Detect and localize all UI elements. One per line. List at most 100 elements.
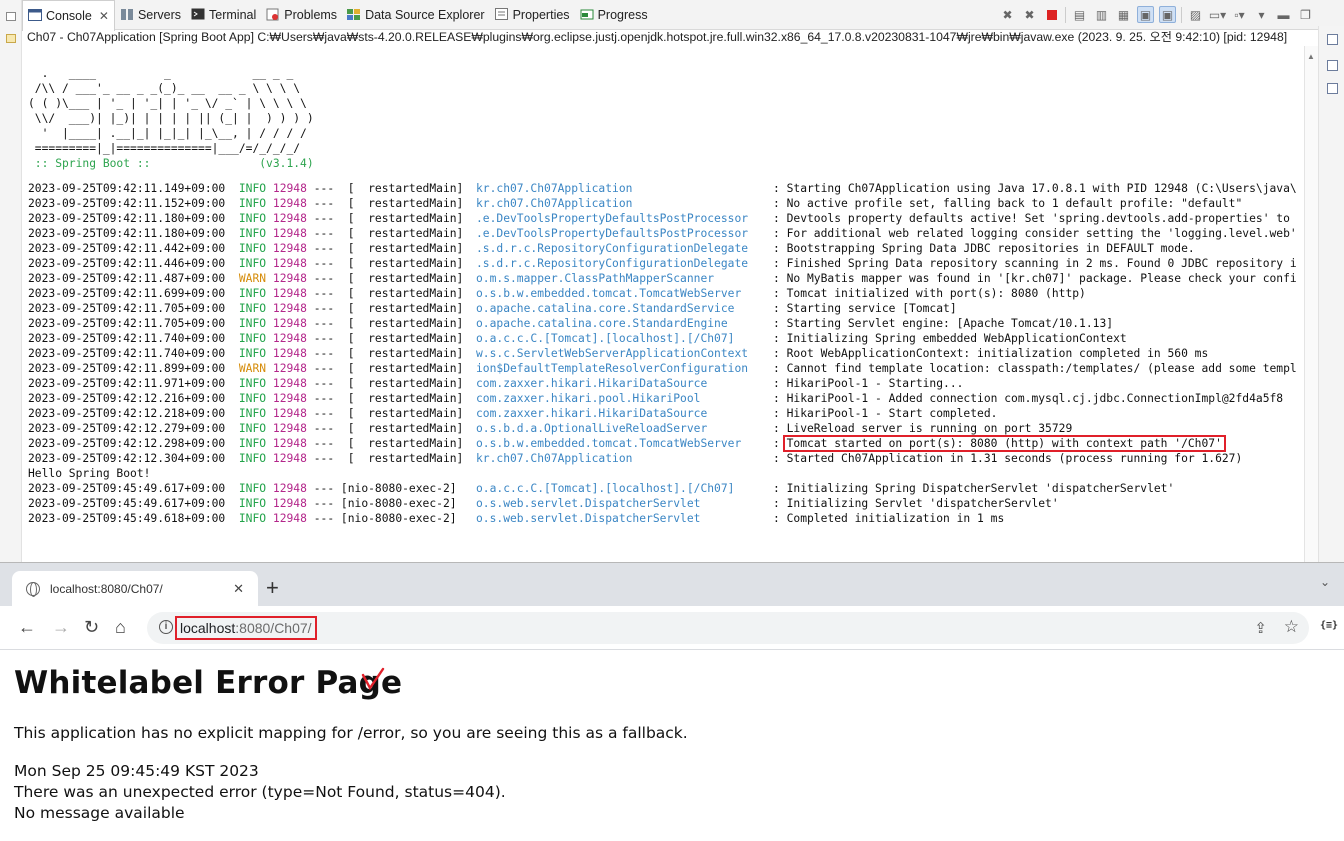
log-logger: com.zaxxer.hikari.HikariDataSource — [476, 407, 708, 420]
show-on-stdout-icon[interactable]: ▣ — [1137, 6, 1154, 23]
console-output[interactable]: . ____ _ __ _ _ /\\ / ___'_ __ _ _(_)_ _… — [24, 50, 1304, 562]
tab-properties[interactable]: Properties — [490, 0, 575, 30]
remove-launch-icon[interactable]: ✖ — [999, 6, 1016, 23]
log-logger: kr.ch07.Ch07Application — [476, 197, 633, 210]
address-bar[interactable]: i localhost:8080/Ch07/ ⇪ ☆ — [147, 612, 1309, 644]
close-tab-icon[interactable]: ✕ — [233, 581, 244, 597]
log-thread: --- [ restartedMain] — [313, 347, 464, 360]
chevron-down-icon[interactable]: ⌄ — [1320, 575, 1330, 589]
log-logger: com.zaxxer.hikari.HikariDataSource — [476, 377, 708, 390]
scroll-up-icon[interactable]: ▲ — [1307, 52, 1315, 61]
restore-icon[interactable] — [1327, 60, 1338, 71]
log-message-wrap: : Devtools property defaults active! Set… — [773, 211, 1290, 226]
scroll-lock-icon[interactable]: ▥ — [1093, 6, 1110, 23]
pin-console-icon[interactable]: ▨ — [1187, 6, 1204, 23]
tab-console[interactable]: Console ✕ — [22, 0, 115, 31]
terminate-icon[interactable] — [1043, 6, 1060, 23]
view-menu-icon[interactable]: ▾ — [1253, 6, 1270, 23]
remove-all-launches-icon[interactable]: ✖ — [1021, 6, 1038, 23]
show-on-stderr-icon[interactable]: ▣ — [1159, 6, 1176, 23]
log-pid: 12948 — [272, 362, 307, 375]
error-type: There was an unexpected error (type=Not … — [14, 783, 506, 801]
log-level: INFO — [238, 347, 267, 360]
log-pid: 12948 — [272, 317, 307, 330]
display-console-icon[interactable]: ▭▾ — [1209, 6, 1226, 23]
minimized-view-icon[interactable] — [1327, 83, 1338, 94]
package-icon[interactable] — [6, 34, 16, 43]
log-message-wrap: : Tomcat initialized with port(s): 8080 … — [773, 286, 1086, 301]
log-level: INFO — [238, 437, 267, 450]
close-icon[interactable]: ✕ — [99, 9, 109, 23]
log-message-wrap: : Initializing Spring DispatcherServlet … — [773, 481, 1174, 496]
error-message: No message available — [14, 804, 185, 822]
log-message-wrap: : Starting Ch07Application using Java 17… — [773, 181, 1297, 196]
log-message: : Devtools property defaults active! Set… — [773, 212, 1290, 225]
progress-icon — [580, 8, 594, 21]
clear-console-icon[interactable]: ▤ — [1071, 6, 1088, 23]
log-line: 2023-09-25T09:42:11.149+09:00 INFO 12948… — [28, 181, 1297, 196]
log-message-wrap: : HikariPool-1 - Starting... — [773, 376, 963, 391]
back-icon[interactable]: ← — [18, 617, 36, 637]
browser-toolbar: ← → ↻ ⌂ i localhost:8080/Ch07/ ⇪ ☆ {≡} — [0, 606, 1344, 650]
browser-tab[interactable]: localhost:8080/Ch07/ ✕ — [12, 571, 258, 607]
log-line: 2023-09-25T09:42:11.740+09:00 INFO 12948… — [28, 346, 1208, 361]
log-logger: kr.ch07.Ch07Application — [476, 452, 633, 465]
log-timestamp: 2023-09-25T09:42:11.971+09:00 — [28, 377, 226, 390]
log-message: : Initializing Spring embedded WebApplic… — [773, 332, 1127, 345]
log-line: 2023-09-25T09:42:11.971+09:00 INFO 12948… — [28, 376, 963, 391]
log-logger: o.s.web.servlet.DispatcherServlet — [476, 497, 701, 510]
log-timestamp: 2023-09-25T09:42:11.699+09:00 — [28, 287, 226, 300]
log-line: 2023-09-25T09:42:12.304+09:00 INFO 12948… — [28, 451, 1242, 466]
log-thread: --- [ restartedMain] — [313, 242, 464, 255]
minimize-icon[interactable]: ▬ — [1275, 6, 1292, 23]
outline-icon[interactable] — [1327, 34, 1338, 45]
log-message: : Completed initialization in 1 ms — [773, 512, 1005, 525]
home-icon[interactable]: ⌂ — [115, 617, 126, 637]
restore-icon[interactable] — [6, 12, 16, 21]
log-message-wrap: : Completed initialization in 1 ms — [773, 511, 1004, 526]
json-extension-icon[interactable]: {≡} — [1320, 620, 1338, 631]
new-tab-button[interactable]: + — [266, 577, 279, 599]
maximize-icon[interactable]: ❐ — [1297, 6, 1314, 23]
log-message-wrap: : Cannot find template location: classpa… — [773, 361, 1297, 376]
log-message: : Started Ch07Application in 1.31 second… — [773, 452, 1243, 465]
tab-progress[interactable]: Progress — [575, 0, 653, 30]
word-wrap-icon[interactable]: ▦ — [1115, 6, 1132, 23]
log-message: : Initializing Spring DispatcherServlet … — [773, 482, 1175, 495]
log-line: 2023-09-25T09:42:12.218+09:00 INFO 12948… — [28, 406, 997, 421]
log-pid: 12948 — [272, 302, 307, 315]
log-level: INFO — [238, 317, 267, 330]
share-icon[interactable]: ⇪ — [1254, 619, 1267, 637]
tab-data-source-explorer[interactable]: Data Source Explorer — [342, 0, 490, 30]
log-timestamp: 2023-09-25T09:45:49.617+09:00 — [28, 497, 226, 510]
open-console-icon[interactable]: ▫▾ — [1231, 6, 1248, 23]
url-path: :8080/Ch07/ — [235, 620, 312, 636]
tab-problems[interactable]: Problems — [261, 0, 342, 30]
log-message: : No MyBatis mapper was found in '[kr.ch… — [773, 272, 1297, 285]
reload-icon[interactable]: ↻ — [84, 617, 99, 637]
log-message: : Bootstrapping Spring Data JDBC reposit… — [773, 242, 1195, 255]
log-pid: 12948 — [272, 257, 307, 270]
log-pid: 12948 — [272, 272, 307, 285]
log-pid: 12948 — [272, 347, 307, 360]
log-thread: --- [ restartedMain] — [313, 377, 464, 390]
site-info-icon[interactable]: i — [159, 620, 173, 634]
log-plain-text: Hello Spring Boot! — [28, 467, 151, 480]
log-level: INFO — [238, 497, 267, 510]
log-thread: --- [ restartedMain] — [313, 422, 464, 435]
log-thread: --- [ restartedMain] — [313, 182, 464, 195]
log-level: INFO — [238, 392, 267, 405]
bookmark-star-icon[interactable]: ☆ — [1284, 617, 1299, 637]
log-logger: w.s.c.ServletWebServerApplicationContext — [476, 347, 749, 360]
url-text[interactable]: localhost:8080/Ch07/ — [175, 616, 317, 640]
log-thread: --- [ restartedMain] — [313, 212, 464, 225]
highlighted-log-message: Tomcat started on port(s): 8080 (http) w… — [782, 435, 1226, 452]
tab-terminal[interactable]: Terminal — [186, 0, 261, 30]
console-scrollbar[interactable]: ▲ — [1304, 46, 1318, 562]
tab-servers[interactable]: Servers — [115, 0, 186, 30]
log-thread: --- [ restartedMain] — [313, 452, 464, 465]
log-timestamp: 2023-09-25T09:45:49.617+09:00 — [28, 482, 226, 495]
forward-icon[interactable]: → — [52, 617, 70, 637]
log-message: : HikariPool-1 - Starting... — [773, 377, 964, 390]
browser-tab-title: localhost:8080/Ch07/ — [50, 582, 163, 596]
